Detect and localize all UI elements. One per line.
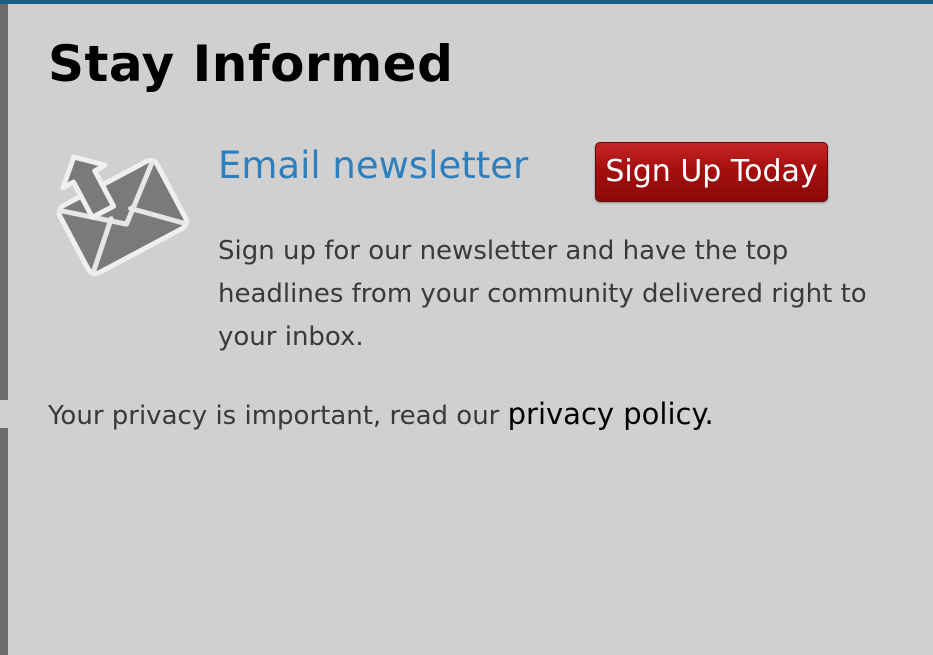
privacy-note: Your privacy is important, read our priv… (48, 394, 714, 436)
stay-informed-panel: Stay Informed Email newsletter Sign Up T… (8, 4, 933, 655)
newsletter-description: Sign up for our newsletter and have the … (218, 236, 867, 352)
sign-up-button[interactable]: Sign Up Today (595, 142, 828, 202)
privacy-text: Your privacy is important, read our (48, 401, 508, 431)
privacy-policy-link[interactable]: privacy policy. (508, 397, 714, 431)
newsletter-heading: Email newsletter (218, 144, 529, 187)
left-border-gap (0, 400, 8, 428)
section-title: Stay Informed (48, 35, 454, 93)
envelope-arrow-icon (48, 142, 193, 282)
left-border (0, 4, 8, 655)
